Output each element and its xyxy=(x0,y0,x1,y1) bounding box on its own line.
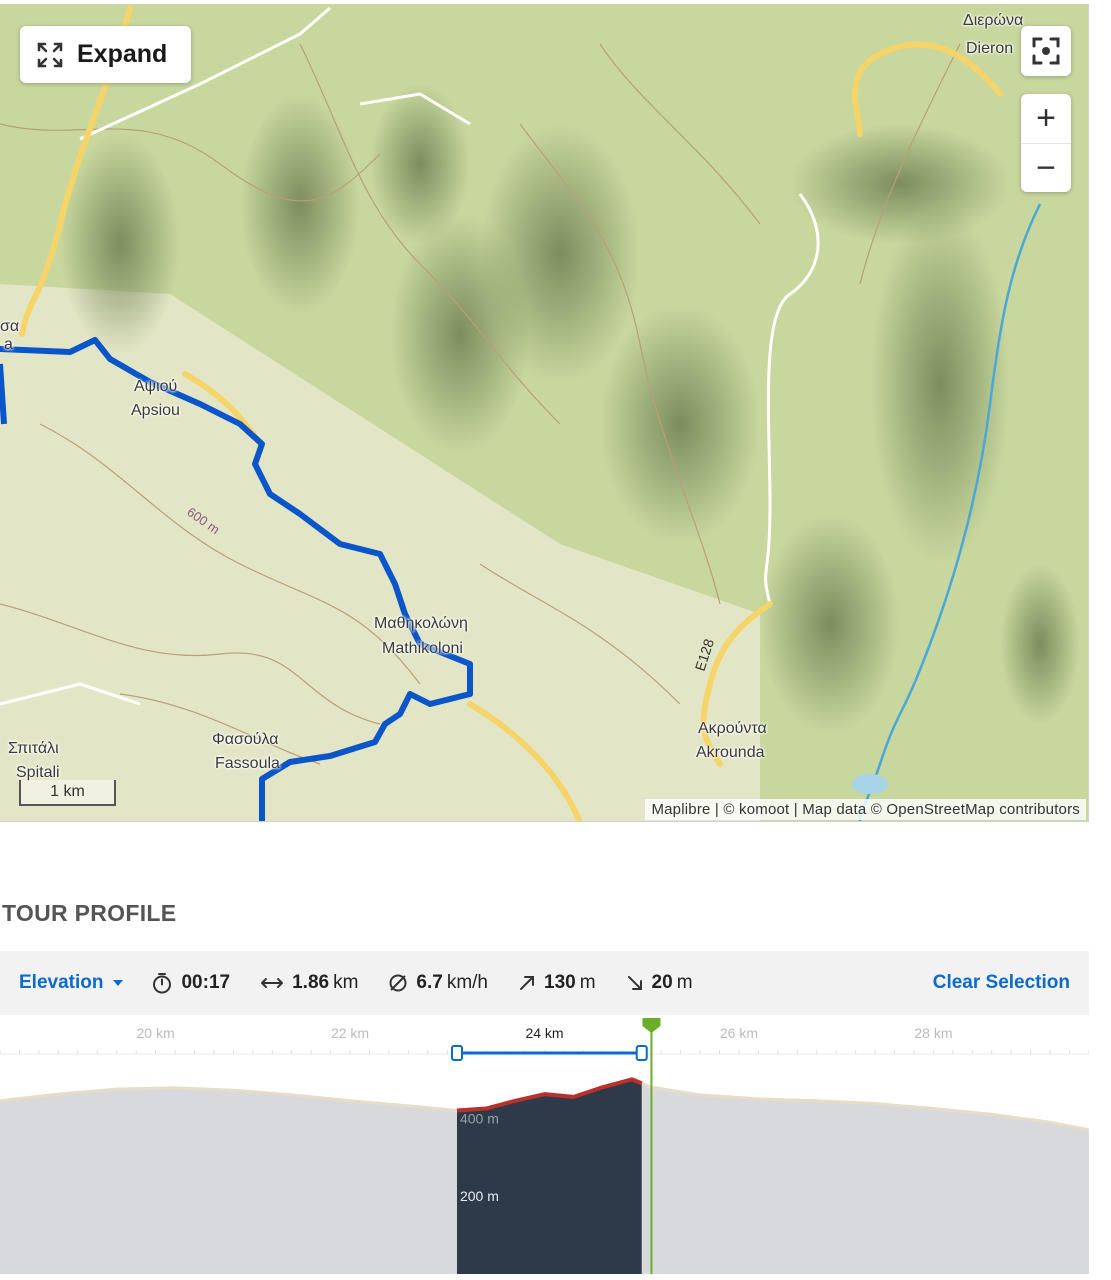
map-view[interactable]: 600 m E128 Διερώνα Dieron σα a Αψιού Aps… xyxy=(0,4,1089,822)
x-tick-label: 26 km xyxy=(720,1025,758,1041)
place-label-greek: Αψιού xyxy=(134,378,178,395)
descent-unit: m xyxy=(676,972,693,993)
zoom-control: + − xyxy=(1021,94,1071,192)
ascent-arrow-icon xyxy=(520,976,535,990)
distance-arrows-icon xyxy=(261,978,284,988)
tour-route-start xyxy=(0,363,7,425)
position-marker-handle[interactable] xyxy=(642,1018,661,1033)
expand-button[interactable]: Expand xyxy=(20,26,191,83)
x-tick-label: 24 km xyxy=(525,1025,563,1041)
place-label-latin: Dieron xyxy=(966,40,1014,57)
duration-stat: 00:17 xyxy=(151,972,230,994)
descent-stat: 20 m xyxy=(626,972,693,994)
recenter-button[interactable] xyxy=(1021,26,1071,76)
expand-icon xyxy=(37,42,63,67)
place-label-latin: Mathikoloni xyxy=(382,640,463,657)
caret-down-icon xyxy=(113,980,124,986)
place-label-latin: Fassoula xyxy=(215,755,280,772)
place-label-greek: Ακρούντα xyxy=(698,720,767,737)
ascent-value: 130 xyxy=(544,972,576,993)
place-label-greek: Μαθηκολώνη xyxy=(374,615,468,632)
distance-stat: 1.86 km xyxy=(260,972,358,994)
speed-value: 6.7 xyxy=(416,972,443,993)
place-label-greek: σα xyxy=(0,318,20,335)
expand-label: Expand xyxy=(77,40,168,68)
elevation-dropdown-label: Elevation xyxy=(19,972,104,993)
place-label-latin: Apsiou xyxy=(131,402,180,419)
distance-unit: km xyxy=(333,972,359,993)
duration-value: 00:17 xyxy=(181,972,231,993)
profile-stats-bar: Elevation 00:17 1.86 km 6.7 km/h 130 m 2… xyxy=(0,951,1089,1015)
zoom-out-button[interactable]: − xyxy=(1021,143,1071,192)
place-label-latin: Akrounda xyxy=(696,744,765,761)
recenter-icon xyxy=(1032,37,1060,65)
tour-profile-title: TOUR PROFILE xyxy=(2,900,177,926)
clear-selection-button[interactable]: Clear Selection xyxy=(933,972,1070,994)
stopwatch-icon xyxy=(153,973,172,994)
zoom-in-button[interactable]: + xyxy=(1021,94,1071,143)
distance-value: 1.86 xyxy=(292,972,330,993)
descent-arrow-icon xyxy=(627,976,642,990)
place-label-greek: Σπιτάλι xyxy=(8,740,59,757)
elevation-chart[interactable]: 20 km 22 km 24 km 26 km 28 km 400 m 200 m xyxy=(0,1016,1089,1274)
selection-handle[interactable] xyxy=(635,1045,648,1061)
ascent-unit: m xyxy=(579,972,596,993)
lake xyxy=(852,774,888,794)
place-label-greek: Διερώνα xyxy=(963,12,1024,29)
map-attribution[interactable]: Maplibre | © komoot | Map data © OpenStr… xyxy=(645,799,1086,820)
y-tick-label: 200 m xyxy=(460,1188,499,1204)
place-label-latin: a xyxy=(4,336,13,353)
y-tick-label: 400 m xyxy=(460,1110,499,1126)
x-tick-label: 22 km xyxy=(331,1025,369,1041)
ascent-stat: 130 m xyxy=(518,972,596,994)
descent-value: 20 xyxy=(651,972,673,993)
selection-handle[interactable] xyxy=(450,1045,463,1061)
speed-unit: km/h xyxy=(446,972,489,993)
average-speed-icon xyxy=(389,974,407,992)
speed-stat: 6.7 km/h xyxy=(388,972,488,994)
place-label-greek: Φασούλα xyxy=(212,731,279,748)
x-tick-label: 28 km xyxy=(914,1025,952,1041)
x-tick-label: 20 km xyxy=(137,1025,175,1041)
scale-bar: 1 km xyxy=(19,780,116,806)
elevation-dropdown[interactable]: Elevation xyxy=(19,972,124,994)
